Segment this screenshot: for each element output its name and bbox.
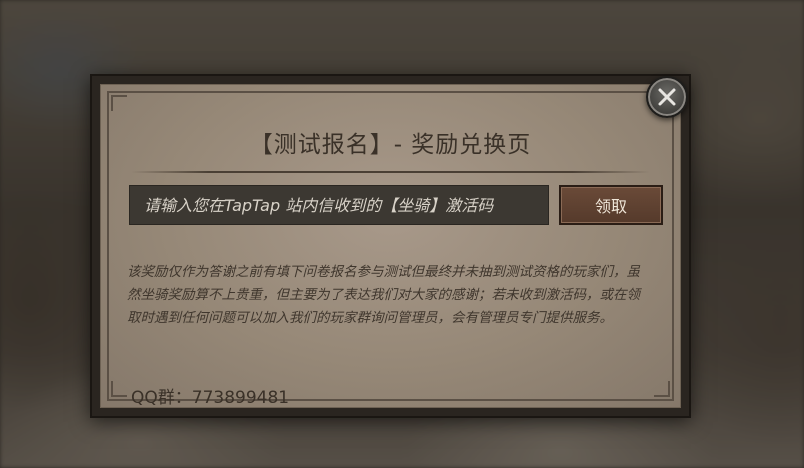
frame-corner: [654, 381, 670, 397]
frame-corner: [111, 381, 127, 397]
dialog-parchment: 【测试报名】- 奖励兑换页 领取 该奖励仅作为答谢之前有填下问卷报名参与测试但最…: [100, 84, 681, 408]
claim-button[interactable]: 领取: [559, 185, 663, 225]
close-button[interactable]: [646, 76, 688, 118]
dialog-title: 【测试报名】- 奖励兑换页: [249, 132, 532, 158]
qq-group-info: QQ群：773899481: [131, 388, 290, 408]
redeem-dialog: 【测试报名】- 奖励兑换页 领取 该奖励仅作为答谢之前有填下问卷报名参与测试但最…: [90, 74, 691, 418]
activation-code-input[interactable]: [129, 185, 549, 225]
close-icon: [658, 88, 676, 106]
title-divider: [131, 171, 650, 173]
reward-description: 该奖励仅作为答谢之前有填下问卷报名参与测试但最终并未抽到测试资格的玩家们，虽然坐…: [127, 264, 640, 326]
frame-corner: [111, 95, 127, 111]
